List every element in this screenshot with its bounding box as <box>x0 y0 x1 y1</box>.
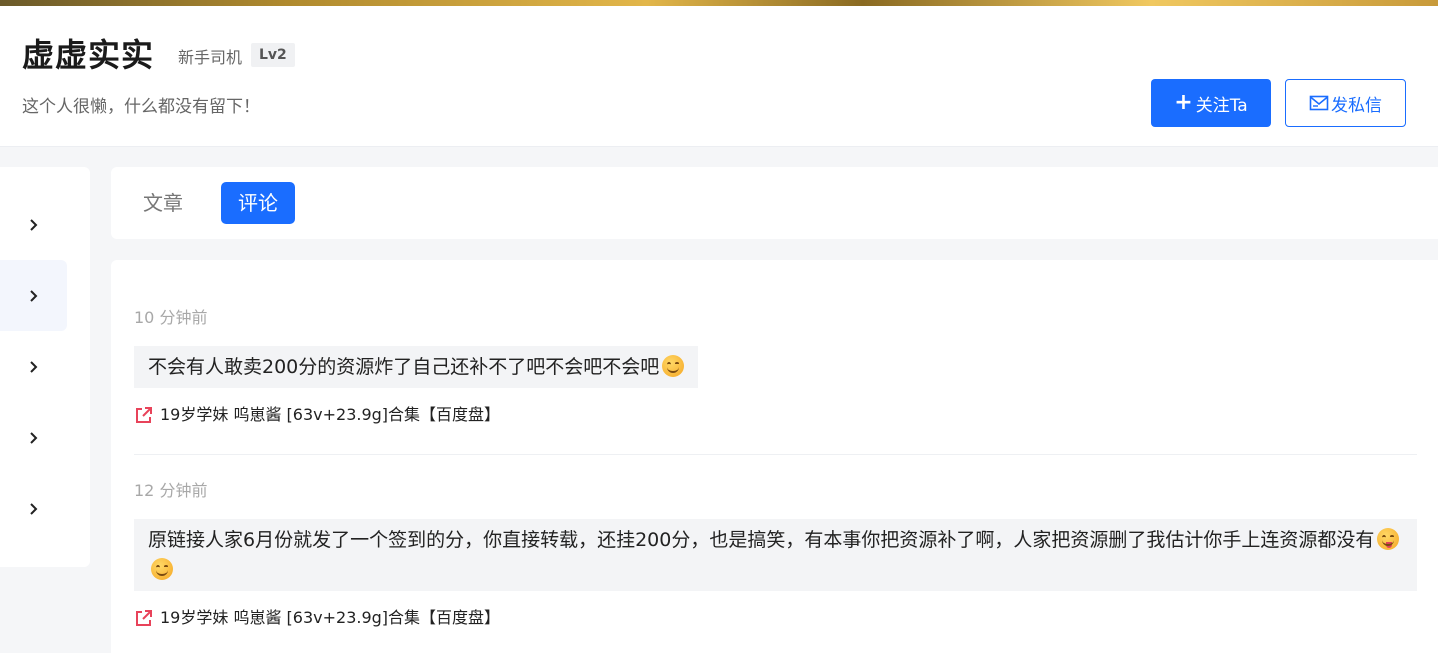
follow-label: 关注Ta <box>1195 95 1248 116</box>
user-name: 虚虚实实 <box>22 36 155 74</box>
level-badge: Lv2 <box>251 43 295 67</box>
external-link-icon <box>136 609 152 626</box>
chevron-right-icon <box>29 289 37 302</box>
plus-icon: + <box>1174 90 1193 115</box>
comment-text: 原链接人家6月份就发了一个签到的分，你直接转载，还挂200分，也是搞笑，有本事你… <box>148 529 1375 551</box>
chevron-right-icon <box>29 502 37 515</box>
comment-divider <box>134 454 1417 455</box>
comment-text-box: 原链接人家6月份就发了一个签到的分，你直接转载，还挂200分，也是搞笑，有本事你… <box>134 519 1417 591</box>
chevron-right-icon <box>29 360 37 373</box>
user-bio: 这个人很懒，什么都没有留下！ <box>22 97 260 117</box>
comments-list: 10 分钟前 不会有人敢卖200分的资源炸了自己还补不了吧不会吧不会吧 19岁学… <box>111 260 1438 653</box>
comment-item: 10 分钟前 不会有人敢卖200分的资源炸了自己还补不了吧不会吧不会吧 19岁学… <box>134 307 1417 427</box>
comment-time: 12 分钟前 <box>134 481 208 500</box>
comment-item: 12 分钟前 原链接人家6月份就发了一个签到的分，你直接转载，还挂200分，也是… <box>134 480 1417 630</box>
chevron-right-icon <box>29 218 37 231</box>
nav-item[interactable] <box>0 331 67 402</box>
nav-item[interactable] <box>0 402 67 473</box>
nav-item-active[interactable] <box>0 260 67 331</box>
smile-emoji-icon <box>662 355 685 377</box>
tab-articles[interactable]: 文章 <box>126 182 200 224</box>
nav-item[interactable] <box>0 473 67 544</box>
comment-text-box: 不会有人敢卖200分的资源炸了自己还补不了吧不会吧不会吧 <box>134 346 699 388</box>
message-label: 发私信 <box>1331 95 1382 116</box>
external-link-icon <box>136 406 152 423</box>
post-link[interactable]: 19岁学妹 呜崽酱 [63v+23.9g]合集【百度盘】 <box>134 606 1417 630</box>
content-tabs: 文章 评论 <box>111 167 1438 239</box>
profile-header: 虚虚实实 新手司机 Lv2 这个人很懒，什么都没有留下！ + 关注Ta 发私信 <box>0 6 1438 147</box>
comment-time: 10 分钟前 <box>134 308 208 327</box>
user-rank: 新手司机 <box>178 48 243 67</box>
post-link-title: 19岁学妹 呜崽酱 [63v+23.9g]合集【百度盘】 <box>160 608 501 627</box>
comment-text: 不会有人敢卖200分的资源炸了自己还补不了吧不会吧不会吧 <box>148 356 660 378</box>
post-link-title: 19岁学妹 呜崽酱 [63v+23.9g]合集【百度盘】 <box>160 405 501 424</box>
tongue-emoji-icon <box>1377 528 1400 550</box>
follow-button[interactable]: + 关注Ta <box>1151 79 1271 127</box>
post-link[interactable]: 19岁学妹 呜崽酱 [63v+23.9g]合集【百度盘】 <box>134 403 1417 427</box>
smile-emoji-icon <box>151 558 173 580</box>
left-nav-panel <box>0 167 90 567</box>
nav-item[interactable] <box>0 189 67 260</box>
message-button[interactable]: 发私信 <box>1285 79 1406 127</box>
mail-icon <box>1309 95 1329 111</box>
tab-comments[interactable]: 评论 <box>221 182 295 224</box>
chevron-right-icon <box>29 431 37 444</box>
